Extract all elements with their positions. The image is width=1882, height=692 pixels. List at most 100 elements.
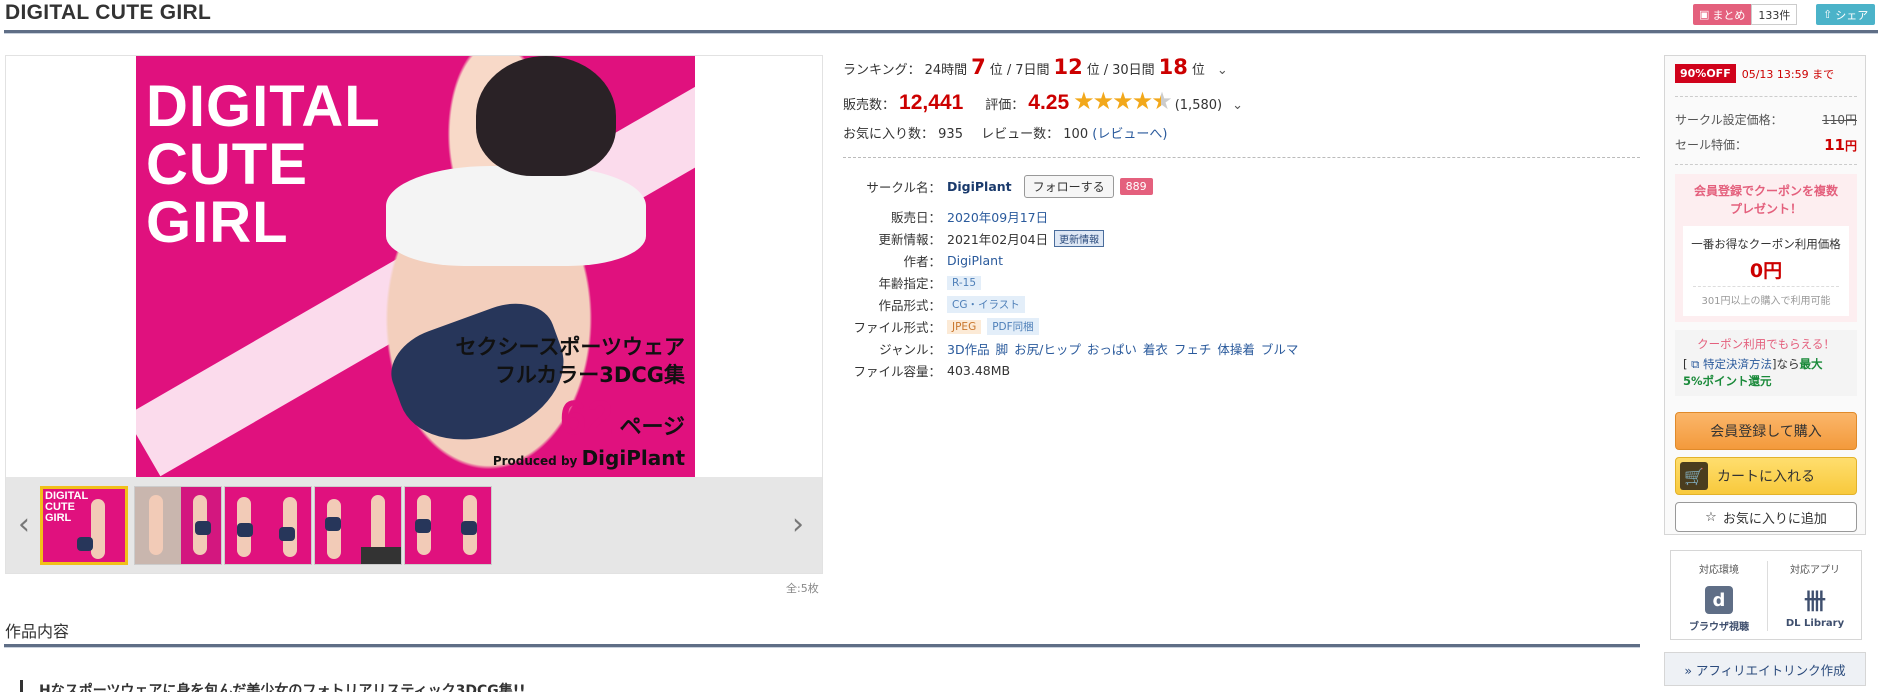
section-heading: 作品内容 <box>5 622 70 641</box>
spec-row-circle: サークル名： DigiPlant フォローする 889 <box>843 175 1153 198</box>
file-format-tag[interactable]: JPEG <box>947 319 982 334</box>
coupon-divider <box>1693 286 1839 287</box>
thumbnail[interactable]: DIGITAL CUTE GIRL <box>40 486 128 565</box>
cover-pages-num: 62 <box>560 392 614 445</box>
author-link[interactable]: DigiPlant <box>947 253 1003 268</box>
star-icon: ☆ <box>1705 509 1717 525</box>
cover-hair <box>476 56 616 176</box>
share-button[interactable]: ⇧ シェア <box>1816 4 1876 25</box>
rating-value: 4.25 <box>1028 91 1070 114</box>
follower-count: 889 <box>1119 178 1153 195</box>
spec-key: 作者： <box>903 254 941 269</box>
sale-price-row: セール特価： 11円 <box>1675 136 1857 154</box>
affiliate-link-button[interactable]: » アフィリエイトリンク作成 <box>1664 652 1866 686</box>
ranking-row: ランキング： 24時間 7 位 / 7日間 12 位 / 30日間 18 位 ⌄ <box>843 55 1228 79</box>
file-format-tag[interactable]: PDF同梱 <box>987 318 1039 335</box>
rating-stars-icon: ★★★★★ <box>1073 87 1173 115</box>
genre-link[interactable]: お尻/ヒップ <box>1014 339 1081 358</box>
thumb-shorts <box>415 519 431 533</box>
cover-title: DIGITAL CUTE GIRL <box>146 78 381 252</box>
spec-row-genre: ジャンル： 3D作品 脚 お尻/ヒップ おっぱい 着衣 フェチ 体操着 ブルマ <box>843 339 1304 358</box>
chevron-down-icon[interactable]: ⌄ <box>1217 63 1228 78</box>
ranking-24h-label: 24時間 <box>924 63 968 78</box>
add-favorite-label: お気に入りに追加 <box>1722 511 1827 527</box>
genre-link[interactable]: 着衣 <box>1143 339 1168 358</box>
spec-key: ファイル容量： <box>853 364 941 379</box>
thumb-shorts <box>195 521 211 535</box>
info-divider <box>843 157 1640 158</box>
main-cover-image[interactable]: DIGITAL CUTE GIRL セクシースポーツウェア フルカラー3DCG集… <box>136 56 695 477</box>
thumb-shorts <box>237 523 253 537</box>
cover-producer: Produced by DigiPlant <box>493 446 685 470</box>
produced-by: Produced by <box>492 454 578 468</box>
app-label: 対応アプリ <box>1790 565 1840 576</box>
genre-link[interactable]: おっぱい <box>1087 339 1137 358</box>
update-info-tag[interactable]: 更新情報 <box>1054 230 1105 247</box>
add-favorite-button[interactable]: ☆ お気に入りに追加 <box>1675 502 1857 532</box>
work-format-tag[interactable]: CG・イラスト <box>947 296 1025 313</box>
set-price-label: サークル設定価格： <box>1675 113 1783 127</box>
point-text: ]なら <box>1772 357 1800 371</box>
follow-button[interactable]: フォローする <box>1023 175 1114 198</box>
ranking-unit: 位 <box>1191 63 1205 78</box>
add-to-cart-label: カートに入れる <box>1717 469 1815 485</box>
thumb-shorts <box>461 521 477 535</box>
ranking-sep: / <box>1006 63 1012 78</box>
chevron-right-icon[interactable]: › <box>792 507 804 542</box>
producer-name: DigiPlant <box>581 446 685 470</box>
genre-link[interactable]: 脚 <box>996 339 1009 358</box>
ranking-unit: 位 <box>1086 63 1100 78</box>
coupon-promo[interactable]: 会員登録でクーポンを複数 プレゼント！ 一番お得なクーポン利用価格 0円 301円… <box>1675 174 1857 322</box>
sale-badge-row: 90%OFF 05/13 13:59 まで <box>1675 64 1834 83</box>
coupon-heading-line: プレゼント！ <box>1729 202 1802 216</box>
app-column: 対応アプリ 卌 DL Library <box>1767 561 1863 629</box>
genre-link[interactable]: 3D作品 <box>947 339 990 358</box>
cover-subtitle: セクシースポーツウェア <box>455 335 685 359</box>
sale-price-unit: 円 <box>1844 139 1857 153</box>
share-icon: ⇧ <box>1823 8 1833 21</box>
ranking-7d-value: 12 <box>1053 55 1083 79</box>
sales-row: 販売数： 12,441 評価： 4.25 ★★★★★ (1,580) ⌄ <box>843 87 1243 115</box>
release-date-link[interactable]: 2020年09月17日 <box>947 207 1048 226</box>
thumbnail[interactable] <box>404 486 492 565</box>
spec-key: ファイル形式： <box>853 320 941 335</box>
thumb-shorts <box>77 537 93 551</box>
spec-key: 年齢指定： <box>878 276 941 291</box>
matome-count: 133件 <box>1751 4 1798 25</box>
reviews-link[interactable]: (レビューへ) <box>1092 127 1167 142</box>
thumbnail[interactable] <box>224 486 312 565</box>
point-body: [ ⧉ 特定決済方法]なら最大 5%ポイント還元 <box>1683 357 1823 388</box>
sale-price-value: 11 <box>1824 136 1845 154</box>
chevron-down-icon[interactable]: ⌄ <box>1232 98 1243 113</box>
cover-title-line: CUTE <box>146 132 308 197</box>
ranking-sep: / <box>1103 63 1109 78</box>
sale-price-label: セール特価： <box>1675 138 1748 152</box>
title-divider-light <box>4 33 1878 34</box>
share-label: シェア <box>1835 8 1869 22</box>
chevron-left-icon[interactable]: ‹ <box>18 507 30 542</box>
coupon-best-label: 一番お得なクーポン利用価格 <box>1691 237 1841 251</box>
external-link-icon: ⧉ <box>1687 357 1704 371</box>
genre-link[interactable]: ブルマ <box>1261 339 1299 358</box>
add-to-cart-button[interactable]: 🛒 カートに入れる <box>1675 457 1857 495</box>
spec-row-author: 作者： DigiPlant <box>843 251 1003 270</box>
spec-row-update: 更新情報： 2021年02月04日 更新情報 <box>843 229 1105 248</box>
set-price-value: 110円 <box>1822 113 1857 127</box>
coupon-heading: 会員登録でクーポンを複数 プレゼント！ <box>1675 182 1857 218</box>
genre-link[interactable]: フェチ <box>1174 339 1212 358</box>
payment-method-link[interactable]: 特定決済方法 <box>1703 357 1772 371</box>
register-buy-button[interactable]: 会員登録して購入 <box>1675 412 1857 450</box>
age-rating-tag[interactable]: R-15 <box>947 275 982 290</box>
thumbnail[interactable] <box>314 486 402 565</box>
ranking-label: ランキング： <box>843 63 921 78</box>
genre-link[interactable]: 体操着 <box>1217 339 1255 358</box>
spec-key: 作品形式： <box>878 298 941 313</box>
section-divider-light <box>4 647 1640 648</box>
spec-row-size: ファイル容量： 403.48MB <box>843 361 1010 380</box>
sidebar-divider <box>1675 164 1857 165</box>
update-date: 2021年02月04日 <box>947 232 1049 247</box>
thumbnail[interactable] <box>134 486 222 565</box>
circle-link[interactable]: DigiPlant <box>947 179 1012 194</box>
point-text: 最大 <box>1799 357 1823 371</box>
matome-button[interactable]: ▣ まとめ 133件 <box>1693 4 1798 25</box>
